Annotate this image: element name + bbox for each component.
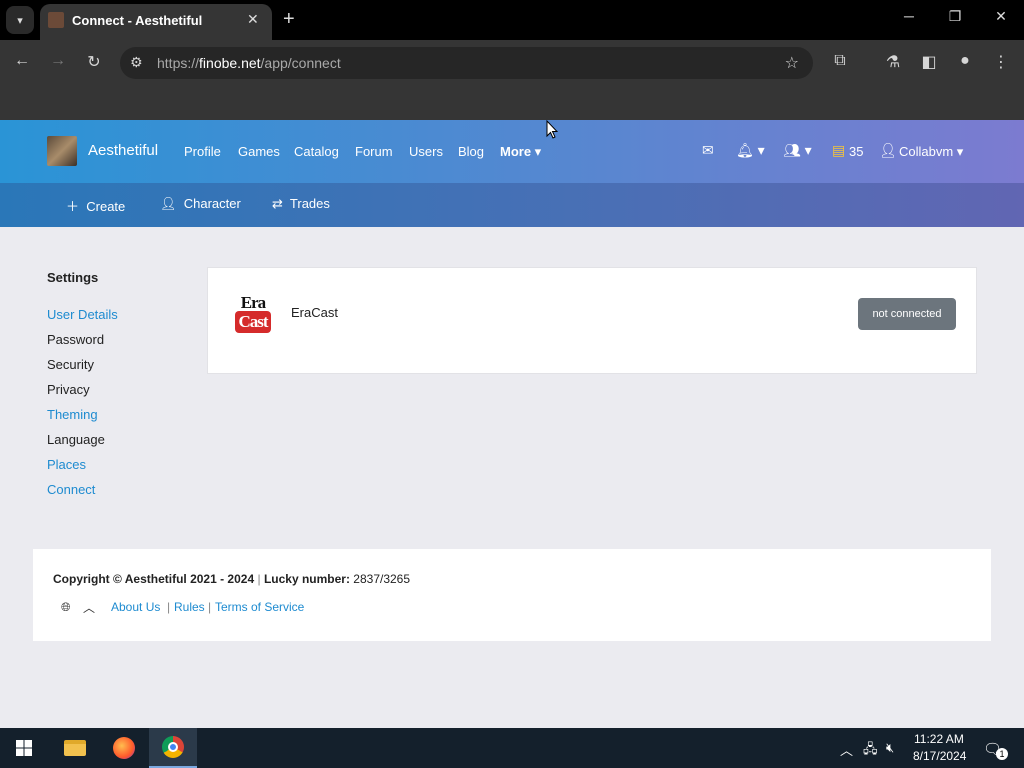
swap-arrows-icon: ⇄ — [272, 196, 283, 211]
rules-link[interactable]: Rules — [174, 600, 205, 614]
labs-flask-icon[interactable]: ⚗ — [882, 52, 904, 72]
close-icon[interactable]: ✕ — [247, 11, 259, 28]
forward-icon[interactable]: → — [47, 52, 69, 70]
windows-start-icon[interactable] — [16, 740, 32, 756]
tab-title: Connect - Aesthetiful — [72, 13, 203, 28]
mouse-cursor-icon — [546, 120, 558, 139]
nav-more[interactable]: More ▾ — [500, 144, 541, 160]
settings-security[interactable]: Security — [47, 357, 94, 372]
person-icon: 👤︎ — [160, 196, 177, 211]
plus-icon: ＋ — [66, 199, 80, 214]
close-window-icon[interactable]: ✕ — [978, 8, 1024, 25]
browser-toolbar: ← → ↻ ⚙ https://finobe.net/app/connect ☆… — [0, 40, 1024, 86]
url-text[interactable]: https://finobe.net/app/connect — [157, 55, 341, 71]
service-name: EraCast — [291, 305, 338, 320]
chrome-icon[interactable] — [149, 728, 197, 768]
terms-link[interactable]: Terms of Service — [215, 600, 304, 614]
new-tab-button[interactable]: + — [283, 7, 295, 31]
settings-connect[interactable]: Connect — [47, 482, 95, 497]
globe-icon[interactable]: 🌐︎ — [61, 600, 71, 615]
nav-users[interactable]: Users — [409, 144, 443, 159]
minimize-icon[interactable]: ─ — [886, 8, 932, 24]
messages-icon[interactable]: ✉ — [702, 142, 714, 159]
bookmark-star-icon[interactable]: ☆ — [785, 53, 799, 73]
settings-heading: Settings — [47, 270, 99, 285]
settings-language[interactable]: Language — [47, 432, 105, 447]
settings-password[interactable]: Password — [47, 332, 104, 347]
notification-count-badge: 1 — [996, 748, 1008, 760]
network-icon[interactable]: 🖧︎ — [863, 740, 878, 762]
site-footer: Copyright © Aesthetiful 2021 - 2024 | Lu… — [33, 549, 991, 641]
create-link[interactable]: ＋ Create — [66, 196, 125, 215]
eracast-logo: Era Cast — [235, 293, 271, 335]
settings-privacy[interactable]: Privacy — [47, 382, 90, 397]
active-tab[interactable]: Connect - Aesthetiful ✕ — [40, 4, 272, 40]
currency-count[interactable]: 35 — [849, 144, 863, 159]
nav-games[interactable]: Games — [238, 144, 280, 159]
extensions-icon[interactable]: ⧉ — [829, 52, 851, 70]
chevron-up-icon[interactable]: ︿ — [83, 599, 95, 616]
settings-places[interactable]: Places — [47, 457, 86, 472]
menu-kebab-icon[interactable]: ⋮ — [990, 52, 1012, 72]
clock-date[interactable]: 8/17/2024 — [913, 749, 966, 763]
trades-link[interactable]: ⇄ Trades — [272, 196, 330, 212]
user-icon: 👤︎ — [879, 142, 897, 158]
site-logo[interactable] — [47, 136, 77, 166]
site-header: Aesthetiful Profile Games Catalog Forum … — [0, 120, 1024, 183]
notifications-bell-icon[interactable]: 🔔︎ ▾ — [736, 142, 765, 159]
about-us-link[interactable]: About Us — [111, 600, 160, 614]
friends-icon[interactable]: 👥︎ ▾ — [783, 142, 812, 159]
site-favicon-icon — [48, 12, 64, 28]
file-explorer-icon[interactable] — [51, 728, 99, 768]
character-link[interactable]: 👤︎ Character — [160, 196, 241, 212]
site-info-icon[interactable]: ⚙ — [130, 54, 143, 71]
restore-icon[interactable]: ❐ — [932, 8, 978, 25]
connection-status-button[interactable]: not connected — [858, 298, 956, 330]
windows-taskbar: ︿ 🖧︎ 🔇︎ 11:22 AM 8/17/2024 🗨︎ 1 — [0, 728, 1024, 768]
side-panel-icon[interactable]: ◧ — [918, 52, 940, 72]
volume-muted-icon[interactable]: 🔇︎ — [886, 740, 894, 756]
nav-forum[interactable]: Forum — [355, 144, 393, 159]
nav-profile[interactable]: Profile — [184, 144, 221, 159]
settings-theming[interactable]: Theming — [47, 407, 98, 422]
nav-catalog[interactable]: Catalog — [294, 144, 339, 159]
currency-icon: ▤ — [832, 142, 846, 158]
settings-user-details[interactable]: User Details — [47, 307, 118, 322]
back-icon[interactable]: ← — [11, 52, 33, 70]
bookmarks-bar — [0, 86, 1024, 120]
reload-icon[interactable]: ↻ — [83, 52, 105, 72]
brand-name[interactable]: Aesthetiful — [88, 142, 158, 159]
site-subnav: ＋ Create 👤︎ Character ⇄ Trades — [0, 183, 1024, 227]
connection-card: Era Cast EraCast not connected — [207, 267, 977, 374]
user-menu[interactable]: Collabvm ▾ — [899, 144, 963, 160]
copyright-text: Copyright © Aesthetiful 2021 - 2024 | Lu… — [53, 572, 411, 586]
tab-strip: ▾ Connect - Aesthetiful ✕ + ─ ❐ ✕ — [0, 0, 1024, 40]
firefox-icon[interactable] — [100, 728, 148, 768]
tab-search-button[interactable]: ▾ — [6, 6, 34, 34]
profile-avatar-icon[interactable]: ● — [954, 52, 976, 70]
nav-blog[interactable]: Blog — [458, 144, 484, 159]
address-bar[interactable]: ⚙ https://finobe.net/app/connect ☆ — [120, 47, 813, 79]
tray-chevron-up-icon[interactable]: ︿ — [840, 740, 853, 759]
clock-time[interactable]: 11:22 AM — [914, 732, 964, 746]
